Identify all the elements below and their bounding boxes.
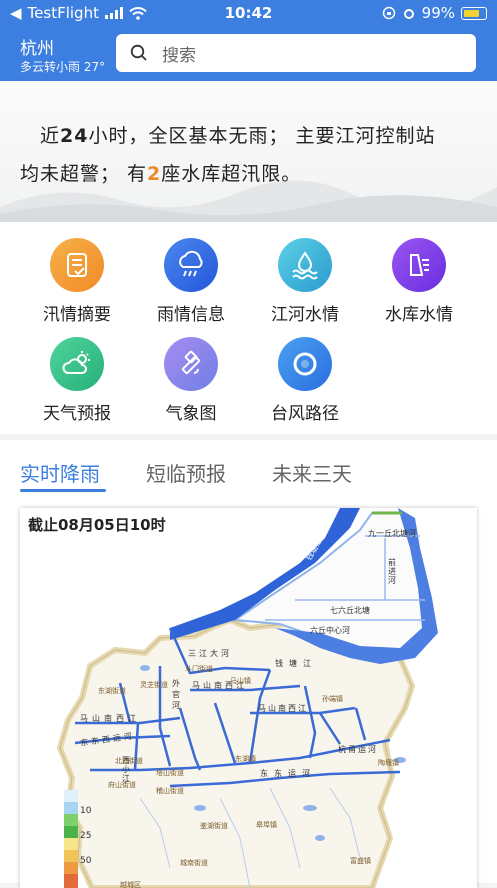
flood-status-banner: 近24小时，全区基本无雨； 主要江河控制站 均未超警； 有2座水库超汛限。 — [0, 81, 497, 222]
place-label: 鉴湖街道 — [200, 822, 228, 830]
river-label: 三江大河 — [188, 649, 232, 658]
grid-item-weather-map[interactable]: 气象图 — [131, 337, 251, 424]
river-label: 马山南西江 — [258, 704, 308, 713]
place-label: 灵芝街道 — [140, 681, 168, 689]
grid-label: 水库水情 — [385, 305, 453, 325]
weather-forecast-icon — [50, 337, 104, 391]
grid-item-typhoon-path[interactable]: 台风路径 — [245, 337, 365, 424]
city-name[interactable]: 杭州 — [20, 34, 54, 59]
search-icon — [130, 44, 147, 61]
search-placeholder: 搜索 — [162, 45, 196, 66]
typhoon-icon — [278, 337, 332, 391]
rain-map[interactable]: 截止08月05日10时 钱塘江 九一丘北塘河 前进河 七六丘北塘 六丘中心河 三… — [20, 508, 477, 888]
battery-icon — [461, 6, 487, 20]
grid-label: 台风路径 — [271, 404, 339, 424]
grid-label: 汛情摘要 — [43, 305, 111, 325]
banner-text: 近24小时，全区基本无雨； 主要江河控制站 均未超警； 有2座水库超汛限。 — [20, 125, 436, 185]
legend-label: 50 — [80, 856, 92, 866]
place-label: 稽山街道 — [156, 787, 184, 795]
place-label: 府山街道 — [108, 781, 136, 789]
rain-tabs: 实时降雨 短临预报 未来三天 — [0, 440, 497, 500]
grid-item-river-water[interactable]: 江河水情 — [245, 238, 365, 325]
flood-summary-icon — [50, 238, 104, 292]
river-label: 外官河 — [172, 679, 180, 710]
rotation-lock-icon — [382, 6, 395, 20]
banner-hours: 24 — [60, 125, 89, 147]
river-label: 马山南西江 — [80, 714, 140, 723]
place-label: 陶堰镇 — [378, 759, 399, 767]
rain-map-section: 截止08月05日10时 钱塘江 九一丘北塘河 前进河 七六丘北塘 六丘中心河 三… — [0, 500, 497, 888]
river-label: 九一丘北塘河 — [368, 529, 416, 538]
river-label: 东东运河 — [260, 769, 316, 778]
place-label: 越城区 — [120, 881, 141, 888]
top-bar: 杭州 多云转小雨 27° 搜索 — [0, 26, 497, 81]
tab-realtime-rain[interactable]: 实时降雨 — [20, 458, 100, 487]
battery-percent: 99% — [421, 4, 455, 22]
banner-reservoir-count: 2 — [147, 163, 162, 185]
weather-summary: 多云转小雨 27° — [20, 60, 106, 74]
place-label: 马山镇 — [230, 677, 251, 685]
map-timestamp: 截止08月05日10时 — [28, 516, 166, 534]
place-label: 城南街道 — [180, 859, 208, 867]
place-label: 塔山街道 — [156, 769, 184, 777]
rain-cloud-icon — [164, 238, 218, 292]
tab-three-day[interactable]: 未来三天 — [272, 458, 352, 487]
place-label: 皋埠镇 — [256, 821, 277, 829]
status-bar-right: 99% — [382, 4, 487, 22]
grid-item-rain-info[interactable]: 雨情信息 — [131, 238, 251, 325]
place-label: 富盛镇 — [350, 857, 371, 865]
grid-item-weather-forecast[interactable]: 天气预报 — [17, 337, 137, 424]
alarm-icon — [403, 9, 414, 19]
river-label: 七六丘北塘 — [330, 606, 370, 615]
legend-label: 25 — [80, 831, 92, 841]
rainfall-legend — [64, 790, 78, 888]
place-label: 东湖街道 — [98, 687, 126, 695]
status-bar: ◀ TestFlight 10:42 99% — [0, 0, 497, 26]
river-label: 杭甬运河 — [338, 745, 378, 754]
search-input[interactable]: 搜索 — [116, 34, 476, 72]
grid-label: 天气预报 — [43, 404, 111, 424]
satellite-icon — [164, 337, 218, 391]
tab-nowcast[interactable]: 短临预报 — [146, 458, 226, 487]
river-label: 六丘中心河 — [310, 626, 350, 635]
legend-label: 10 — [80, 806, 92, 816]
reservoir-icon — [392, 238, 446, 292]
place-label: 斗门街道 — [185, 665, 213, 673]
place-label: 孙端镇 — [322, 695, 343, 703]
place-label: 北海街道 — [115, 757, 143, 765]
function-grid: 汛情摘要 雨情信息 江河水情 水库水情 天气预报 气象图 台风路径 — [0, 222, 497, 434]
river-label: 前进河 — [388, 558, 396, 585]
grid-label: 气象图 — [165, 404, 217, 424]
river-label: 钱塘江 — [275, 659, 317, 668]
grid-item-flood-summary[interactable]: 汛情摘要 — [17, 238, 137, 325]
grid-label: 雨情信息 — [157, 305, 225, 325]
grid-item-reservoir[interactable]: 水库水情 — [359, 238, 479, 325]
active-tab-indicator — [20, 489, 106, 492]
river-water-icon — [278, 238, 332, 292]
place-label: 东湖镇 — [235, 755, 256, 763]
grid-label: 江河水情 — [271, 305, 339, 325]
